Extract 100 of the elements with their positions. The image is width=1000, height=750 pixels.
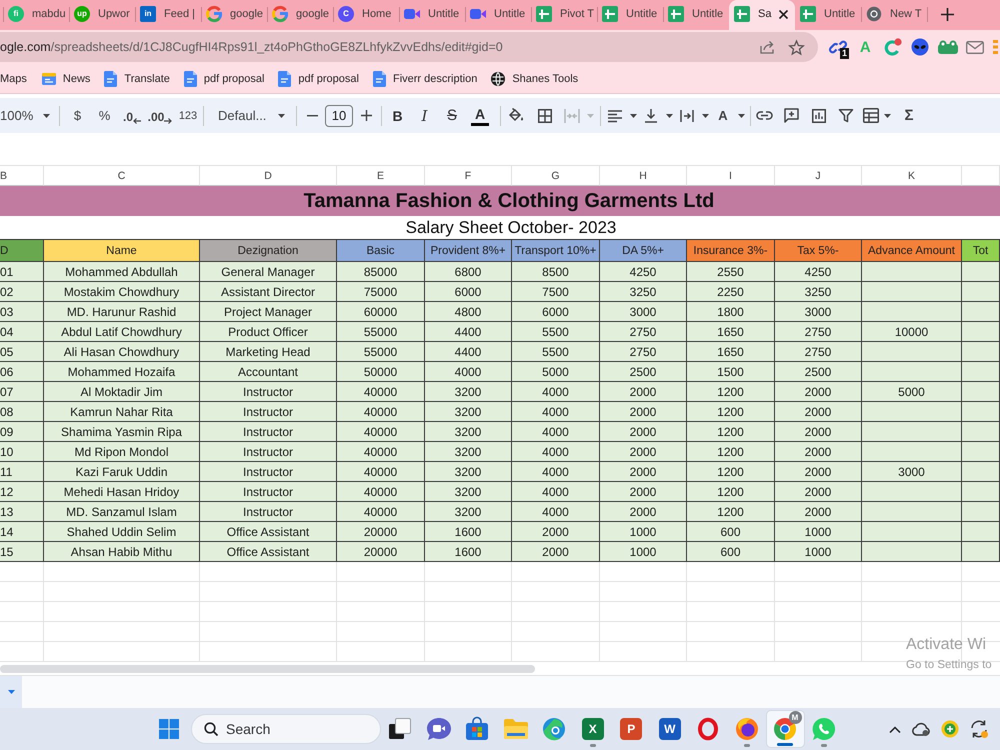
table-cell: 2000	[600, 462, 687, 482]
cloud-icon[interactable]	[912, 722, 930, 736]
column-header[interactable]: C	[44, 165, 200, 186]
bookmark-link[interactable]: News	[34, 66, 98, 90]
taskbar-button[interactable]: M	[766, 710, 804, 748]
mail-icon[interactable]	[966, 40, 984, 54]
text-wrap-icon[interactable]	[680, 110, 694, 122]
browser-tab[interactable]: up Upwor	[69, 0, 135, 30]
document-icon	[104, 70, 118, 86]
ring-icon	[698, 718, 718, 740]
frog-face-icon[interactable]	[938, 40, 958, 54]
caret-icon[interactable]	[630, 114, 636, 118]
plus-icon[interactable]	[941, 8, 954, 20]
bookmark-link[interactable]: Shanes Tools	[484, 66, 586, 90]
zoom-select[interactable]: 100%	[0, 102, 54, 130]
table-cell: 4400	[425, 342, 512, 362]
document-icon	[184, 70, 197, 86]
bookmark-link[interactable]: Fiverr description	[366, 66, 484, 90]
column-header[interactable]: K	[862, 165, 962, 186]
link-icon[interactable]	[756, 111, 773, 120]
table-cell: Instructor	[200, 402, 337, 422]
percent-button[interactable]: %	[91, 102, 118, 130]
table-cell: 5000	[862, 382, 962, 402]
number-format-button[interactable]: 123	[174, 102, 202, 130]
bookmark-link[interactable]: Maps	[0, 66, 35, 90]
ring-with-dot-icon[interactable]	[884, 38, 902, 56]
decrease-decimal-button[interactable]: .0	[118, 102, 146, 130]
caret-icon[interactable]	[43, 114, 50, 118]
table-icon[interactable]	[862, 108, 878, 123]
caret-icon[interactable]	[738, 114, 744, 118]
chain-link-icon[interactable]	[828, 39, 847, 55]
address-field[interactable]: ogle.com/spreadsheets/d/1CJ8CugfHI4Rps91l_zt4oPhGthoGE8ZLhfykZvvEdhs/edit#gid=0	[0, 32, 818, 62]
search-field[interactable]: Search	[191, 714, 381, 744]
coin-icon[interactable]	[941, 720, 959, 738]
caret-icon[interactable]	[278, 114, 285, 118]
taskbar-button[interactable]: P	[612, 710, 650, 748]
dots-icon[interactable]	[993, 40, 998, 54]
italic-button[interactable]: I	[411, 102, 438, 130]
table-cell: 20000	[337, 542, 425, 562]
browser-tab[interactable]: New T	[861, 0, 927, 30]
bookmark-link[interactable]: pdf proposal	[271, 66, 366, 90]
chart-icon[interactable]	[812, 108, 826, 122]
browser-tab[interactable]: Sa	[729, 0, 795, 30]
table-cell: 40000	[337, 422, 425, 442]
browser-tab[interactable]: Untitle	[663, 0, 729, 30]
caret-icon[interactable]	[8, 690, 14, 694]
filter-icon[interactable]	[838, 109, 852, 122]
scrollbar[interactable]	[0, 664, 535, 672]
bookmark-link[interactable]: Translate	[97, 66, 177, 90]
table-cell: 1200	[687, 422, 775, 442]
table-cell: 2000	[600, 402, 687, 422]
star-icon[interactable]	[789, 40, 804, 54]
paint-bucket-icon[interactable]	[508, 108, 524, 123]
browser-tab[interactable]: google	[201, 0, 267, 30]
currency-button[interactable]: $	[64, 102, 91, 130]
text-color-button[interactable]: A	[466, 102, 494, 130]
table-cell: 4000	[512, 442, 600, 462]
browser-tab[interactable]: Untitle	[597, 0, 663, 30]
align-bottom-icon[interactable]	[645, 108, 657, 122]
add-comment-icon[interactable]	[784, 108, 799, 123]
alien-face-icon[interactable]	[911, 38, 930, 56]
caret-icon[interactable]	[666, 114, 672, 118]
browser-tab[interactable]: Pivot T	[531, 0, 597, 30]
strikethrough-button[interactable]: S	[438, 102, 466, 130]
caret-icon[interactable]	[702, 114, 708, 118]
column-header[interactable]: D	[200, 165, 337, 186]
sync-icon[interactable]	[970, 720, 988, 738]
chevron-up-icon[interactable]	[889, 726, 901, 732]
browser-tab[interactable]: Untitle	[795, 0, 861, 30]
increase-decimal-button[interactable]: .00	[146, 102, 174, 130]
spreadsheet-icon	[536, 6, 552, 22]
browser-tab[interactable]: fi mabdu	[3, 0, 69, 30]
table-cell: Shahed Uddin Selim	[44, 522, 200, 542]
activation-hint: Go to Settings to	[906, 659, 992, 671]
borders-icon[interactable]	[538, 108, 552, 122]
taskbar-button[interactable]: X	[574, 710, 612, 748]
table-cell: 07	[0, 382, 44, 402]
plus-icon[interactable]	[360, 110, 372, 121]
bold-button[interactable]: B	[384, 102, 411, 130]
table-cell: 2750	[600, 322, 687, 342]
font-select[interactable]: Defaul...	[210, 102, 290, 130]
taskbar-button[interactable]: W	[650, 710, 689, 748]
bookmark-link[interactable]: pdf proposal	[176, 66, 272, 90]
sum-button[interactable]: Σ	[896, 102, 922, 130]
align-left-icon[interactable]	[608, 110, 622, 122]
table-cell: Mostakim Chowdhury	[44, 282, 200, 302]
close-icon[interactable]	[779, 10, 788, 18]
font-size-field[interactable]: 10	[325, 104, 353, 126]
browser-tab[interactable]: in Feed |	[135, 0, 201, 30]
share-icon[interactable]	[760, 40, 775, 54]
table-cell: 4400	[425, 322, 512, 342]
text-rotation-button[interactable]: A	[711, 102, 735, 130]
browser-tab[interactable]: Untitle	[399, 0, 465, 30]
browser-tab[interactable]: google	[267, 0, 333, 30]
minus-icon[interactable]	[306, 114, 318, 116]
table-cell: 1600	[425, 522, 512, 542]
browser-tab[interactable]: C Home	[333, 0, 399, 30]
caret-icon[interactable]	[884, 114, 890, 118]
start-icon[interactable]	[159, 719, 179, 739]
browser-tab[interactable]: Untitle	[465, 0, 531, 30]
